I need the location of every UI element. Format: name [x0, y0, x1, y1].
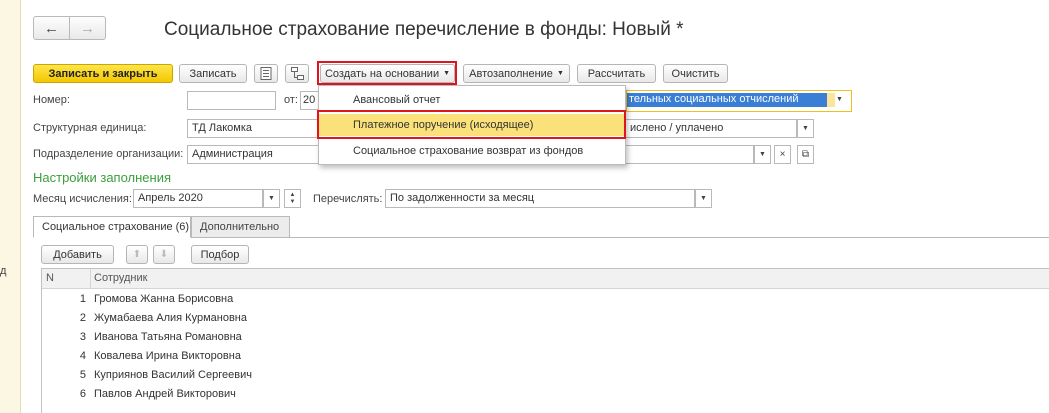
menu-item-advance-report[interactable]: Авансовый отчет [319, 89, 625, 111]
highlight-frame-payment-order [317, 110, 626, 139]
row-number: 5 [79, 369, 86, 381]
clear-button[interactable]: Очистить [663, 64, 728, 83]
employee-name: Громова Жанна Борисовна [94, 293, 234, 305]
fill-settings-title: Настройки заполнения [33, 170, 172, 185]
document-list-button[interactable] [254, 64, 278, 83]
left-panel-text: д [0, 265, 7, 277]
table-row[interactable]: 5 Куприянов Василий Сергеевич [42, 366, 1049, 385]
chevron-down-icon: ▼ [759, 151, 766, 158]
save-button[interactable]: Записать [179, 64, 247, 83]
structure-button[interactable] [285, 64, 309, 83]
document-list-icon [260, 67, 272, 80]
arrow-left-icon: ← [44, 19, 59, 37]
selection-end-marker [827, 93, 835, 107]
row-number: 4 [79, 350, 86, 362]
unit-label: Структурная единица: [33, 122, 147, 134]
open-icon: ⧉ [801, 149, 810, 160]
forward-button[interactable]: → [70, 16, 106, 40]
row-number: 3 [79, 331, 86, 343]
date-input[interactable]: 20 [300, 91, 320, 110]
chevron-down-icon: ▼ [556, 70, 564, 77]
employee-name: Иванова Татьяна Романовна [94, 331, 242, 343]
employee-name: Куприянов Василий Сергеевич [94, 369, 252, 381]
unit-input[interactable]: ТД Лакомка [187, 119, 319, 138]
subdivision-input-tail[interactable] [626, 145, 754, 164]
employee-name: Жумабаева Алия Курмановна [94, 312, 247, 324]
stepper-up-icon: ▲ [289, 191, 296, 198]
page-title: Социальное страхование перечисление в фо… [164, 19, 684, 40]
operation-type-value: тельных социальных отчислений [627, 93, 827, 107]
subdivision-dropdown-button[interactable]: ▼ [754, 145, 771, 164]
employee-name: Ковалева Ирина Викторовна [94, 350, 241, 362]
save-and-close-button[interactable]: Записать и закрыть [33, 64, 173, 83]
chevron-down-icon: ▼ [802, 125, 809, 132]
chevron-down-icon[interactable]: ▼ [836, 96, 843, 103]
subdivision-label: Подразделение организации: [33, 148, 184, 160]
menu-item-social-insurance-refund[interactable]: Социальное страхование возврат из фондов [319, 140, 625, 162]
move-up-button[interactable]: ⬆ [126, 245, 148, 264]
chevron-down-icon: ▼ [700, 195, 707, 202]
stepper-down-icon: ▼ [289, 198, 296, 205]
table-row[interactable]: 2 Жумабаева Алия Курмановна [42, 309, 1049, 328]
transfer-input[interactable]: По задолженности за месяц [385, 189, 695, 208]
clear-subdivision-button[interactable]: × [774, 145, 791, 164]
tab-additional[interactable]: Дополнительно [191, 216, 290, 238]
table-row[interactable]: 6 Павлов Андрей Викторович [42, 385, 1049, 404]
hierarchy-icon [290, 67, 304, 80]
status-dropdown-button[interactable]: ▼ [797, 119, 814, 138]
arrow-right-icon: → [80, 19, 95, 37]
chevron-down-icon: ▼ [268, 195, 275, 202]
table-row[interactable]: 4 Ковалева Ирина Викторовна [42, 347, 1049, 366]
open-subdivision-button[interactable]: ⧉ [797, 145, 814, 164]
date-from-label: от: [284, 94, 298, 106]
employees-table: N Сотрудник 1 Громова Жанна Борисовна 2 … [41, 268, 1049, 413]
column-header-n[interactable]: N [46, 272, 54, 284]
column-separator [90, 269, 91, 288]
left-panel-strip: д [0, 0, 21, 413]
arrow-down-icon: ⬇ [159, 249, 169, 260]
highlight-frame-create-button [317, 61, 457, 85]
transfer-label: Перечислять: [313, 193, 383, 205]
autofill-button[interactable]: Автозаполнение ▼ [463, 64, 570, 83]
select-button[interactable]: Подбор [191, 245, 249, 264]
row-number: 2 [79, 312, 86, 324]
back-button[interactable]: ← [33, 16, 70, 40]
tab-social-insurance[interactable]: Социальное страхование (6) [33, 216, 191, 238]
autofill-label: Автозаполнение [469, 67, 553, 80]
month-stepper[interactable]: ▲ ▼ [284, 189, 301, 208]
row-number: 1 [79, 293, 86, 305]
move-down-button[interactable]: ⬇ [153, 245, 175, 264]
number-label: Номер: [33, 94, 70, 106]
add-button[interactable]: Добавить [41, 245, 114, 264]
month-input[interactable]: Апрель 2020 [133, 189, 263, 208]
arrow-up-icon: ⬆ [132, 249, 142, 260]
status-input[interactable]: ислено / уплачено [626, 119, 797, 138]
transfer-dropdown-button[interactable]: ▼ [695, 189, 712, 208]
number-input[interactable] [187, 91, 276, 110]
employee-name: Павлов Андрей Викторович [94, 388, 236, 400]
table-row[interactable]: 3 Иванова Татьяна Романовна [42, 328, 1049, 347]
table-header: N Сотрудник [42, 269, 1049, 289]
calculate-button[interactable]: Рассчитать [577, 64, 656, 83]
month-dropdown-button[interactable]: ▼ [263, 189, 280, 208]
row-number: 6 [79, 388, 86, 400]
close-icon: × [779, 149, 786, 160]
column-header-employee[interactable]: Сотрудник [94, 272, 147, 284]
subdivision-input[interactable]: Администрация [187, 145, 319, 164]
month-label: Месяц исчисления: [33, 193, 132, 205]
table-row[interactable]: 1 Громова Жанна Борисовна [42, 290, 1049, 309]
navigation-buttons: ← → [33, 16, 106, 40]
